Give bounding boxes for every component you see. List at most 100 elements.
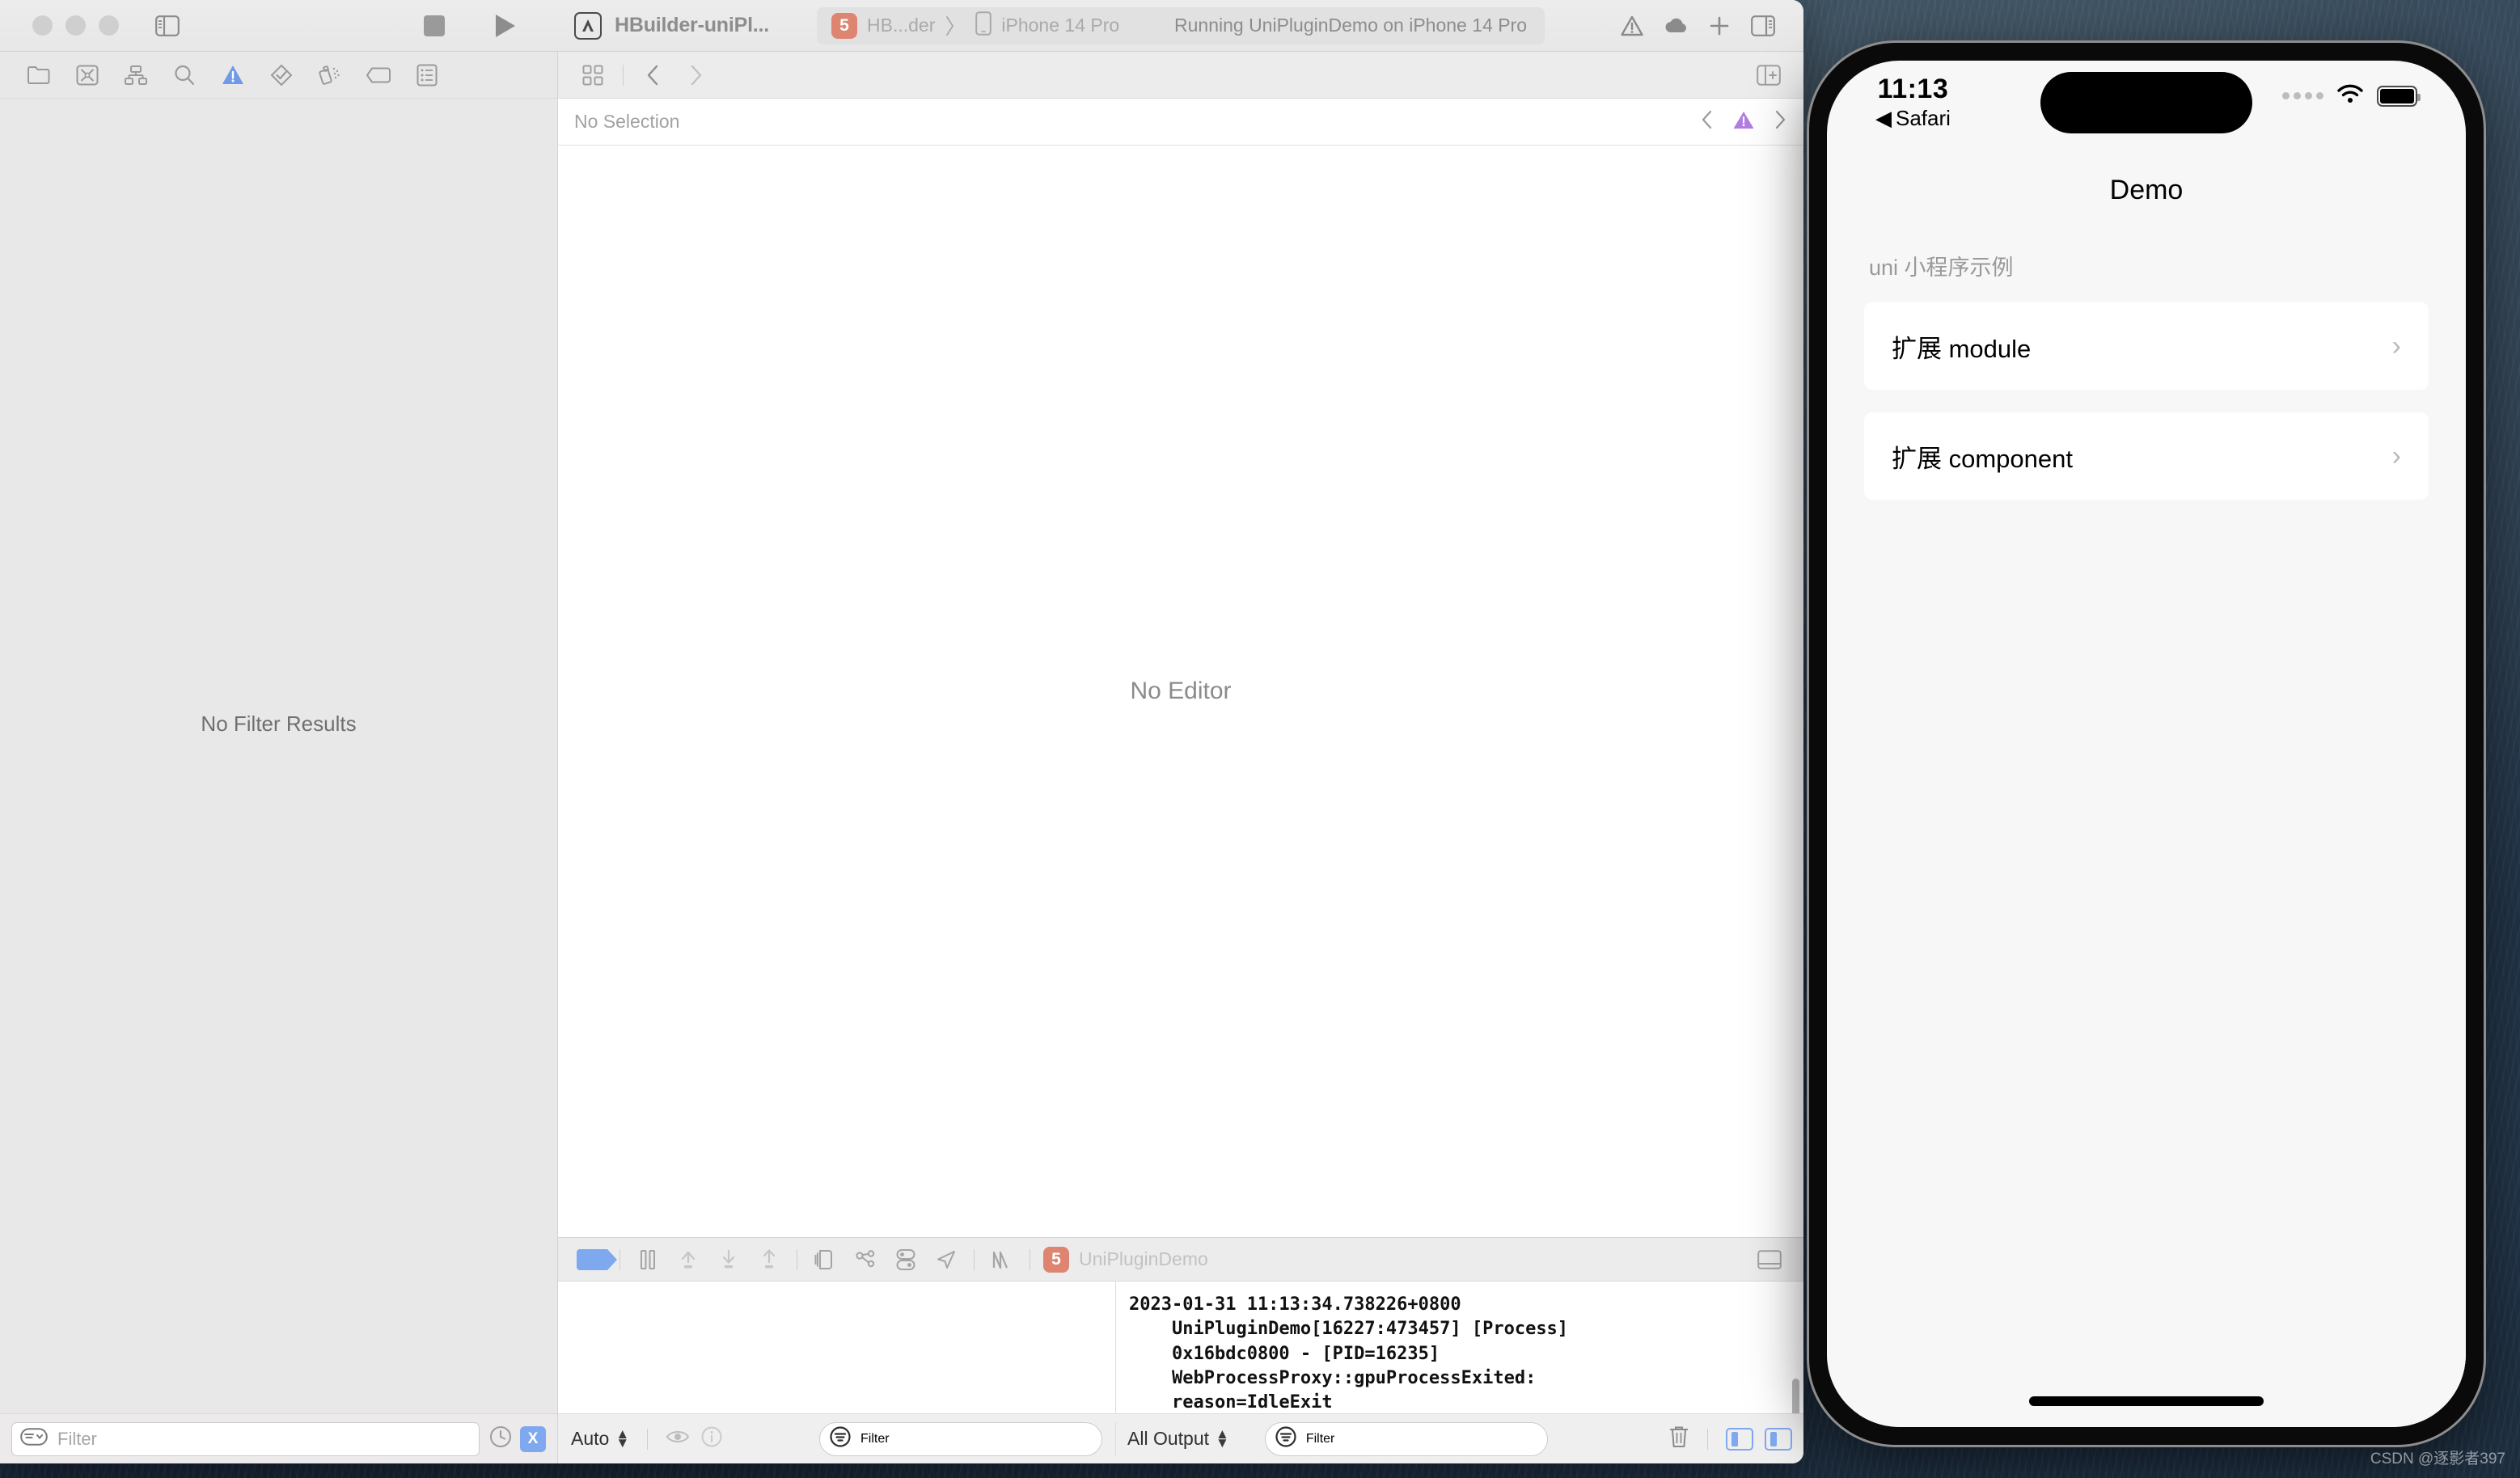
- list-item-label: 扩展 component: [1892, 444, 2073, 473]
- issue-next-chevron-right-icon[interactable]: [1773, 109, 1787, 134]
- chevron-right-icon[interactable]: [677, 57, 714, 93]
- variables-filter-field[interactable]: Filter: [819, 1421, 1102, 1456]
- step-out-icon[interactable]: [750, 1243, 789, 1277]
- step-into-icon[interactable]: [709, 1243, 748, 1277]
- sidebar-item-test-navigator[interactable]: [257, 57, 306, 94]
- layers-icon[interactable]: [805, 1243, 844, 1277]
- sidebar-item-report-navigator[interactable]: [403, 57, 451, 94]
- console-output: 2023-01-31 11:13:34.738226+0800 UniPlugi…: [1129, 1294, 1569, 1413]
- variables-footer: Auto ▲ ▼ Filter: [558, 1421, 1116, 1456]
- variables-pane[interactable]: [558, 1282, 1116, 1413]
- zoom-button[interactable]: [99, 15, 119, 36]
- toolbar-divider: [619, 1248, 620, 1270]
- info-circle-icon[interactable]: [701, 1426, 722, 1451]
- chevron-right-icon: ›: [2391, 440, 2401, 471]
- toggles-icon[interactable]: [886, 1243, 925, 1277]
- console-footer: All Output ▲ ▼ Filter: [1116, 1421, 1803, 1456]
- close-button[interactable]: [32, 15, 53, 36]
- step-over-icon[interactable]: [669, 1243, 708, 1277]
- sidebar-item-source-control-navigator[interactable]: [63, 57, 112, 94]
- filter-dropdown-icon[interactable]: [20, 1428, 48, 1450]
- issue-prev-chevron-left-icon[interactable]: [1700, 109, 1715, 134]
- location-arrow-icon[interactable]: [927, 1243, 966, 1277]
- titlebar-right-controls: [1614, 8, 1781, 44]
- sidebar-item-issue-navigator[interactable]: [209, 57, 257, 94]
- source-control-x-badge[interactable]: X: [520, 1425, 546, 1452]
- activity-status-bar: Running UniPluginDemo on iPhone 14 Pro: [1156, 6, 1545, 44]
- wifi-icon: [2336, 83, 2364, 108]
- navigator-footer: Filter X: [0, 1413, 557, 1463]
- back-to-app-link[interactable]: ◀ Safari: [1875, 106, 1951, 131]
- html5-app-icon: 5: [1043, 1246, 1069, 1273]
- list-item[interactable]: 扩展 module ›: [1864, 302, 2429, 390]
- console-filter-field[interactable]: Filter: [1264, 1421, 1548, 1456]
- sidebar-item-breakpoint-navigator[interactable]: [354, 57, 403, 94]
- back-arrow-icon: ◀: [1875, 105, 1892, 130]
- editor-content-area[interactable]: No Editor: [558, 146, 1803, 1237]
- editor-empty-message: No Editor: [1130, 678, 1232, 704]
- ios-content: uni 小程序示例 扩展 module › 扩展 component ›: [1827, 230, 2466, 1427]
- cloud-icon[interactable]: [1658, 8, 1693, 44]
- editor-breadcrumb-bar: No Selection: [558, 99, 1803, 146]
- debug-footer: Auto ▲ ▼ Filter All Output ▲ ▼ Filter: [558, 1413, 1803, 1463]
- list-item-label: 扩展 module: [1892, 334, 2032, 363]
- filter-icon: [1275, 1426, 1296, 1451]
- panel-right-icon[interactable]: [1765, 1427, 1792, 1451]
- iphone-simulator-window: 11:13 ◀ Safari Demo uni 小程序示例 扩展 module …: [1807, 40, 2486, 1447]
- toolbar-divider: [647, 1428, 649, 1450]
- warning-triangle-icon[interactable]: [1614, 8, 1650, 44]
- sidebar-item-project-navigator[interactable]: [15, 57, 63, 94]
- navigator-footer-icons: X: [489, 1425, 546, 1452]
- trash-icon[interactable]: [1668, 1425, 1689, 1453]
- home-indicator[interactable]: [2029, 1396, 2264, 1406]
- grid-4-icon[interactable]: [574, 57, 611, 93]
- warning-triangle-icon[interactable]: [1732, 110, 1755, 134]
- output-scope-value: All Output: [1127, 1428, 1209, 1449]
- play-triangle-icon[interactable]: [488, 8, 523, 44]
- chevron-left-icon[interactable]: [635, 57, 672, 93]
- project-title-block[interactable]: HBuilder-uniPl...: [574, 11, 769, 40]
- console-scrollbar[interactable]: [1792, 1379, 1799, 1413]
- variables-filter-placeholder: Filter: [860, 1431, 890, 1446]
- pause-icon[interactable]: [628, 1243, 667, 1277]
- panel-left-icon[interactable]: [1726, 1427, 1753, 1451]
- run-controls: [416, 8, 523, 44]
- console-pane[interactable]: 2023-01-31 11:13:34.738226+0800 UniPlugi…: [1116, 1282, 1803, 1413]
- list-section-header: uni 小程序示例: [1869, 255, 2014, 280]
- device-phone-icon: [975, 11, 992, 40]
- output-scope-dropdown[interactable]: All Output ▲ ▼: [1127, 1427, 1229, 1450]
- xcode-app-icon: [574, 11, 602, 40]
- status-text: Running UniPluginDemo on iPhone 14 Pro: [1174, 15, 1528, 36]
- list-item[interactable]: 扩展 component ›: [1864, 412, 2429, 500]
- debug-area: 5 UniPluginDemo 2023-01-31 11:13:34.7382…: [558, 1237, 1803, 1463]
- simulator-screen[interactable]: 11:13 ◀ Safari Demo uni 小程序示例 扩展 module …: [1827, 61, 2466, 1427]
- ios-status-bar: 11:13 ◀ Safari: [1827, 61, 2466, 150]
- memory-graph-icon[interactable]: [846, 1243, 885, 1277]
- sidebar-left-icon[interactable]: [150, 8, 185, 44]
- window-titlebar: HBuilder-uniPl... 5 HB...der 〉 iPhone 14…: [0, 0, 1803, 52]
- recent-clock-icon[interactable]: [489, 1425, 512, 1452]
- chevron-right-icon: ›: [2391, 330, 2401, 361]
- variables-scope-dropdown[interactable]: Auto ▲ ▼: [571, 1427, 629, 1450]
- xcode-window: HBuilder-uniPl... 5 HB...der 〉 iPhone 14…: [0, 0, 1803, 1463]
- breakpoints-toggle-button[interactable]: [573, 1243, 617, 1277]
- sidebar-right-icon[interactable]: [1745, 8, 1781, 44]
- sparkline-icon[interactable]: [983, 1243, 1021, 1277]
- page-title: Demo: [2109, 174, 2184, 205]
- chevron-right-icon: 〉: [945, 15, 966, 39]
- minimize-button[interactable]: [66, 15, 86, 36]
- plus-icon[interactable]: [1702, 8, 1737, 44]
- traffic-lights: [0, 15, 119, 36]
- issue-stepper: [1700, 109, 1787, 134]
- navigator-filter-field[interactable]: Filter: [11, 1421, 480, 1456]
- sidebar-item-debug-navigator[interactable]: [306, 57, 354, 94]
- debug-toolbar: 5 UniPluginDemo: [558, 1238, 1803, 1282]
- stop-square-icon[interactable]: [416, 8, 452, 44]
- sidebar-item-find-navigator[interactable]: [160, 57, 209, 94]
- split-editor-add-icon[interactable]: [1750, 57, 1787, 93]
- console-filter-placeholder: Filter: [1305, 1431, 1335, 1446]
- sidebar-item-symbol-navigator[interactable]: [112, 57, 160, 94]
- debug-process-item[interactable]: 5 UniPluginDemo: [1043, 1246, 1208, 1273]
- console-panel-icon[interactable]: [1750, 1243, 1789, 1277]
- eye-icon[interactable]: [666, 1428, 690, 1450]
